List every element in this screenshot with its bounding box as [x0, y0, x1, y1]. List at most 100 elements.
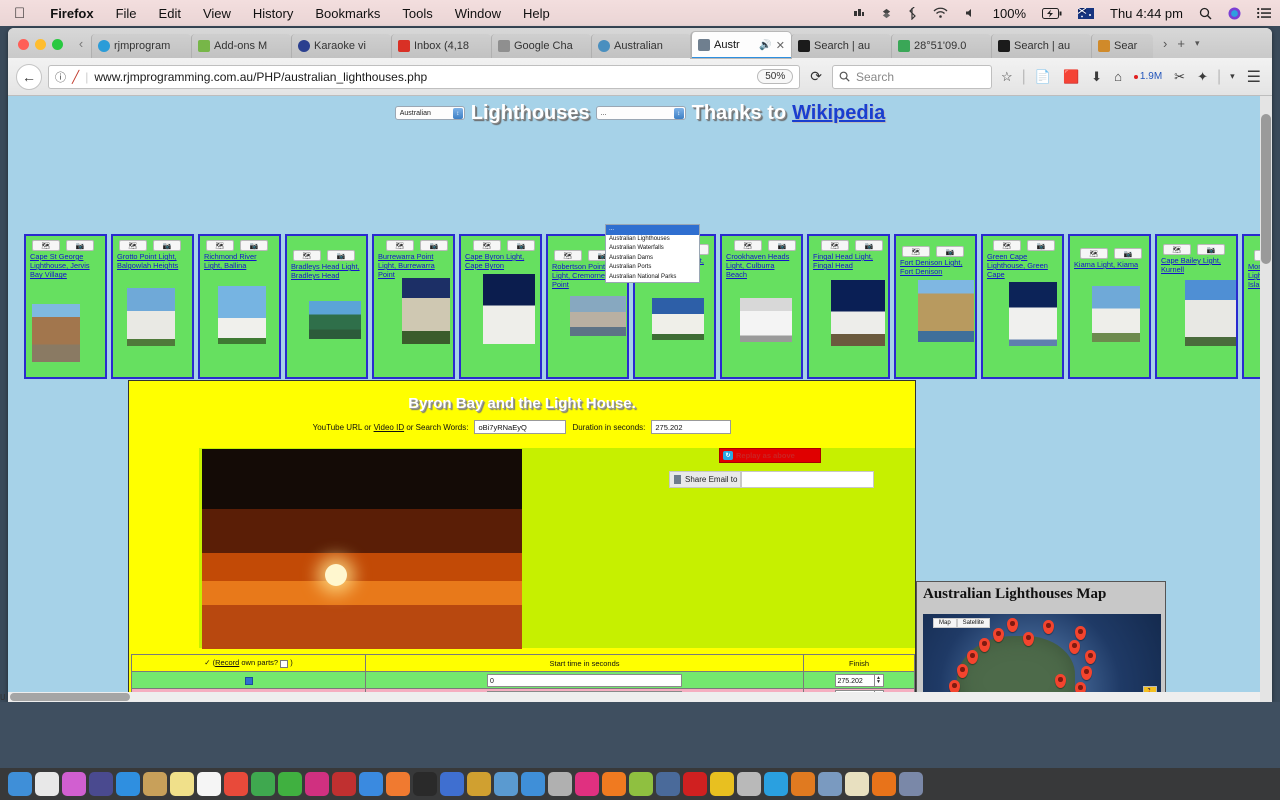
reminders-icon[interactable]	[197, 772, 221, 796]
apple-menu-icon[interactable]: 	[0, 6, 39, 21]
category-select-right[interactable]: ... ↕	[595, 106, 686, 120]
tab-active-australian-lighthouses[interactable]: Austr 🔊 ✕	[691, 32, 791, 58]
lighthouse-thumbnail[interactable]	[32, 304, 80, 362]
volume-icon[interactable]	[956, 7, 985, 19]
lighthouse-thumbnail[interactable]	[309, 301, 361, 339]
numbers-icon[interactable]	[629, 772, 653, 796]
wikipedia-link[interactable]: Wikipedia	[792, 102, 885, 125]
map-type-controls[interactable]: Map Satellite	[933, 618, 991, 628]
row-start-cell[interactable]: 0	[365, 671, 804, 689]
map-button[interactable]: 🗺	[902, 246, 930, 257]
opera-icon[interactable]	[737, 772, 761, 796]
pocket-icon[interactable]: 🟥	[1060, 69, 1082, 85]
chevron-down-icon[interactable]: ▾	[1227, 71, 1238, 82]
menu-edit[interactable]: Edit	[148, 6, 192, 21]
spinner-arrows-icon[interactable]: ▲▼	[874, 673, 884, 687]
zoom-level-badge[interactable]: 50%	[757, 69, 794, 84]
lighthouse-name-link[interactable]: Bradleys Head Light, Bradleys Head	[287, 261, 366, 280]
scrollbar-thumb[interactable]	[10, 693, 130, 701]
chevron-down-icon[interactable]: ↕	[452, 108, 463, 119]
textedit-icon[interactable]	[494, 772, 518, 796]
map-button[interactable]: 🗺	[993, 240, 1021, 251]
lighthouse-card[interactable]: 🗺 📷 Crookhaven Heads Light, Culburra Bea…	[720, 234, 803, 379]
menu-history[interactable]: History	[242, 6, 304, 21]
close-window-button[interactable]	[18, 39, 29, 50]
tab-coordinates[interactable]: 28°51'09.0	[891, 34, 991, 58]
map-button[interactable]: 🗺	[1080, 248, 1108, 259]
photo-button[interactable]: 📷	[855, 240, 883, 251]
tab-rjmprogramming[interactable]: rjmprogram	[91, 34, 191, 58]
map-pin[interactable]	[1043, 620, 1054, 634]
photo-button[interactable]: 📷	[240, 240, 268, 251]
map-pin[interactable]	[1069, 640, 1080, 654]
table-row[interactable]: 0 275.202 ▲ ▼	[131, 671, 915, 689]
category-select-left[interactable]: Australian ↕	[394, 106, 465, 120]
lighthouse-thumbnail[interactable]	[831, 280, 885, 346]
lighthouse-thumbnail[interactable]	[1185, 280, 1236, 346]
lighthouse-card[interactable]: 🗺 📷 Cape St George Lighthouse, Jervis Ba…	[24, 234, 107, 379]
map-button[interactable]: 🗺	[386, 240, 414, 251]
tab-search-1[interactable]: Search | au	[791, 34, 891, 58]
map-pin[interactable]	[1007, 618, 1018, 632]
bluetooth-icon[interactable]	[900, 6, 925, 20]
category-dropdown-menu[interactable]: ... Australian Lighthouses Australian Wa…	[605, 224, 700, 283]
lighthouse-thumbnail[interactable]	[918, 280, 974, 342]
wifi-icon[interactable]	[925, 7, 956, 19]
page-vertical-scrollbar[interactable]	[1260, 96, 1272, 702]
photo-button[interactable]: 📷	[768, 240, 796, 251]
siri-icon[interactable]	[62, 772, 86, 796]
notification-center-icon[interactable]	[1249, 7, 1280, 19]
display-icon[interactable]	[656, 772, 680, 796]
tab-search-3[interactable]: Sear	[1091, 34, 1153, 58]
messages-icon[interactable]	[278, 772, 302, 796]
notes-icon[interactable]	[170, 772, 194, 796]
photos-icon[interactable]	[251, 772, 275, 796]
reader-icon[interactable]: 📄	[1032, 69, 1054, 85]
screenshot-icon[interactable]	[548, 772, 572, 796]
page-horizontal-scrollbar[interactable]	[8, 692, 1260, 702]
tab-addons[interactable]: Add-ons M	[191, 34, 291, 58]
replay-as-above-button[interactable]: ↻ Replay as above	[719, 448, 821, 463]
star-icon[interactable]: ☆	[998, 69, 1016, 85]
filezilla-icon[interactable]	[683, 772, 707, 796]
site-identity-icon[interactable]: ⓘ	[55, 69, 66, 85]
hamburger-menu-icon[interactable]: ☰	[1244, 67, 1264, 87]
google-map[interactable]: Map Satellite 🚶 + − Google Map data ©201…	[923, 614, 1161, 702]
share-email-button[interactable]: Share Email to	[669, 471, 741, 488]
screenshot-icon[interactable]: ✂	[1171, 69, 1188, 85]
menu-view[interactable]: View	[192, 6, 242, 21]
map-button[interactable]: 🗺	[821, 240, 849, 251]
dvd-icon[interactable]	[413, 772, 437, 796]
edge-icon[interactable]	[764, 772, 788, 796]
dropdown-option-ports[interactable]: Australian Ports	[606, 263, 699, 273]
photo-button[interactable]: 📷	[1027, 240, 1055, 251]
map-button[interactable]: 🗺	[206, 240, 234, 251]
calendar-icon[interactable]	[224, 772, 248, 796]
menu-bookmarks[interactable]: Bookmarks	[304, 6, 391, 21]
lighthouse-card[interactable]: 🗺 📷 Bradleys Head Light, Bradleys Head	[285, 234, 368, 379]
reload-button[interactable]: ⟳	[806, 68, 826, 85]
battery-icon[interactable]	[1034, 7, 1070, 19]
tab-karaoke[interactable]: Karaoke vi	[291, 34, 391, 58]
youtube-url-input[interactable]: oBi7yRNaEyQ	[474, 420, 567, 434]
scrollbar-thumb[interactable]	[1261, 114, 1271, 264]
menu-window[interactable]: Window	[444, 6, 512, 21]
row-checkbox-cell[interactable]	[131, 671, 366, 689]
video-id-link[interactable]: Video ID	[374, 423, 405, 432]
back-button[interactable]: ←	[16, 63, 42, 90]
lighthouse-thumbnail[interactable]	[127, 288, 175, 346]
dropdown-option-blank[interactable]: ...	[606, 225, 699, 235]
lighthouse-card[interactable]: 🗺 📷 Richmond River Light, Ballina	[198, 234, 281, 379]
new-tab-button[interactable]: +	[1177, 36, 1185, 51]
lighthouse-card[interactable]: 🗺 📷 Fort Denison Light, Fort Denison	[894, 234, 977, 379]
contacts-icon[interactable]	[143, 772, 167, 796]
lighthouse-name-link[interactable]: Fort Denison Light, Fort Denison	[896, 257, 975, 276]
menu-firefox[interactable]: Firefox	[39, 6, 104, 21]
record-link[interactable]: Record	[215, 658, 239, 667]
row-finish-cell[interactable]: 275.202 ▲ ▼	[803, 671, 915, 689]
map-type-map-button[interactable]: Map	[933, 618, 957, 628]
duration-input[interactable]: 275.202	[651, 420, 732, 434]
lighthouse-name-link[interactable]: Fingal Head Light, Fingal Head	[809, 251, 888, 270]
chevron-down-icon[interactable]: ↕	[673, 108, 684, 119]
lighthouse-thumbnail[interactable]	[570, 296, 626, 336]
